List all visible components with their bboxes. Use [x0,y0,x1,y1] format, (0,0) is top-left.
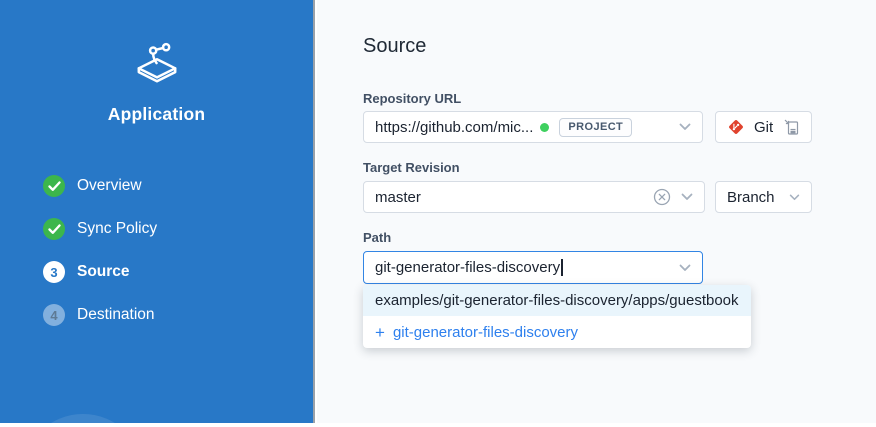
step-label: Sync Policy [77,220,157,238]
repo-connected-status-dot [540,123,549,132]
repository-url-label: Repository URL [363,91,461,106]
decorative-circle [22,414,144,423]
repository-url-value: https://github.com/mic... [375,119,533,136]
page-title: Source [363,35,426,58]
application-wizard: Application Overview Sync Policy 3 Sourc… [0,0,876,427]
path-option-add-new[interactable]: + git-generator-files-discovery [363,316,751,348]
revision-type-value: Branch [727,189,775,206]
step-label: Overview [77,177,142,195]
path-option-guestbook[interactable]: examples/git-generator-files-discovery/a… [363,285,751,316]
chevron-down-icon[interactable] [679,264,691,272]
repo-docs-icon[interactable] [784,119,800,136]
target-revision-input[interactable]: master [363,181,705,213]
revision-type-selector[interactable]: Branch [715,181,812,213]
step-number-badge: 3 [43,261,65,283]
step-overview[interactable]: Overview [43,175,157,197]
application-icon [0,41,313,87]
path-value: git-generator-files-discovery [375,259,560,276]
step-destination[interactable]: 4 Destination [43,304,157,326]
wizard-steps: Overview Sync Policy 3 Source 4 Destinat… [43,175,157,326]
repo-type-selector[interactable]: Git [715,111,812,143]
target-revision-label: Target Revision [363,160,460,175]
repository-url-input[interactable]: https://github.com/mic... PROJECT [363,111,703,143]
step-label: Source [77,263,130,281]
clear-field-icon[interactable] [653,188,671,206]
page-bottom-edge [0,423,876,427]
step-source[interactable]: 3 Source [43,261,157,283]
step-sync-policy[interactable]: Sync Policy [43,218,157,240]
chevron-down-icon[interactable] [681,193,693,201]
plus-icon: + [375,324,385,341]
path-input[interactable]: git-generator-files-discovery [363,251,703,284]
project-badge: PROJECT [559,118,632,137]
wizard-sidebar: Application Overview Sync Policy 3 Sourc… [0,0,315,423]
check-icon [43,175,65,197]
step-label: Destination [77,306,155,324]
path-label: Path [363,230,391,245]
add-new-path-label: git-generator-files-discovery [393,324,578,341]
target-revision-value: master [375,189,421,206]
path-autocomplete-dropdown: examples/git-generator-files-discovery/a… [363,285,751,348]
check-icon [43,218,65,240]
sidebar-title: Application [0,104,313,125]
chevron-down-icon[interactable] [679,123,691,131]
chevron-down-icon[interactable] [789,194,800,201]
text-cursor [561,259,563,276]
git-logo-icon [727,118,745,136]
repo-type-value: Git [754,119,773,136]
step-number-badge: 4 [43,304,65,326]
